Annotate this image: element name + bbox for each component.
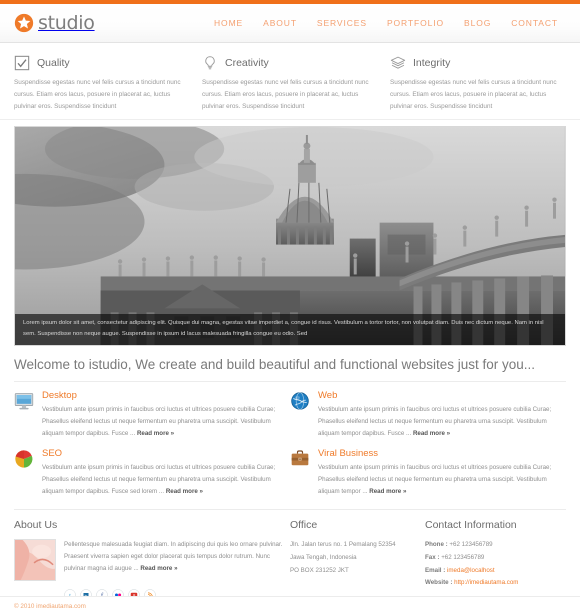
contact-phone-value: +62 123456789 — [449, 541, 493, 549]
nav-item-about[interactable]: ABOUT — [263, 18, 297, 28]
monitor-icon — [14, 392, 34, 409]
footer-about: About Us Pellentesque malesuada feugiat … — [14, 519, 290, 601]
feature-integrity: Integrity Suspendisse egestas nunc vel f… — [390, 55, 566, 113]
service-body: Vestibulum ante ipsum primis in faucibus… — [42, 462, 290, 498]
contact-website: Website : http://imediautama.com — [425, 577, 565, 590]
pie-chart-icon — [15, 450, 33, 468]
star-logo-icon — [14, 13, 34, 33]
office-address-line: Jln. Jalan terus no. 1 Pemalang 52354 — [290, 541, 396, 549]
read-more-link[interactable]: Read more » — [137, 430, 174, 437]
feature-body: Suspendisse egestas nunc vel felis cursu… — [202, 79, 369, 110]
briefcase-icon — [291, 450, 309, 466]
service-web: Web Vestibulum ante ipsum primis in fauc… — [290, 390, 566, 440]
nav-item-contact[interactable]: CONTACT — [511, 18, 558, 28]
footer-office: Office Jln. Jalan terus no. 1 Pemalang 5… — [290, 519, 425, 600]
read-more-link[interactable]: Read more » — [369, 488, 406, 495]
service-title: Desktop — [42, 389, 77, 401]
service-text: Desktop Vestibulum ante ipsum primis in … — [42, 390, 290, 440]
read-more-link[interactable]: Read more » — [413, 430, 450, 437]
services-grid: Desktop Vestibulum ante ipsum primis in … — [0, 382, 580, 507]
service-body: Vestibulum ante ipsum primis in faucibus… — [42, 404, 290, 440]
service-text: Viral Business Vestibulum ante ipsum pri… — [318, 448, 566, 498]
hero-section: Lorem ipsum dolor sit amet, consectetur … — [0, 120, 580, 346]
feature-header: Creativity — [202, 55, 378, 71]
footer-about-text: Pellentesque malesuada feugiat diam. In … — [64, 539, 290, 581]
service-desktop: Desktop Vestibulum ante ipsum primis in … — [14, 390, 290, 440]
service-text: Web Vestibulum ante ipsum primis in fauc… — [318, 390, 566, 440]
feature-quality: Quality Suspendisse egestas nunc vel fel… — [14, 55, 190, 113]
logo-link[interactable]: studio — [14, 12, 95, 34]
contact-website-link[interactable]: http://imediautama.com — [454, 579, 518, 586]
about-thumbnail — [14, 539, 56, 582]
hero-slider[interactable]: Lorem ipsum dolor sit amet, consectetur … — [14, 125, 566, 346]
service-title: Web — [318, 389, 338, 401]
feature-body: Suspendisse egestas nunc vel felis cursu… — [14, 79, 181, 110]
service-body-text: Vestibulum ante ipsum primis in faucibus… — [42, 463, 276, 495]
service-title: Viral Business — [318, 447, 379, 459]
feature-title: Integrity — [413, 57, 451, 69]
service-text: SEO Vestibulum ante ipsum primis in fauc… — [42, 448, 290, 498]
office-address-line: Jawa Tengah, Indonesia — [290, 553, 357, 561]
logo-text: studio — [38, 12, 95, 34]
contact-fax: Fax : +62 123456789 — [425, 552, 565, 565]
globe-icon — [291, 391, 309, 410]
nav-item-blog[interactable]: BLOG — [464, 18, 491, 28]
site-footer: About Us Pellentesque malesuada feugiat … — [14, 509, 566, 601]
hero-image — [15, 126, 565, 345]
service-title: SEO — [42, 447, 63, 459]
feature-title: Creativity — [225, 57, 269, 69]
main-navigation: HOME ABOUT SERVICES PORTFOLIO BLOG CONTA… — [214, 18, 566, 28]
feature-title: Quality — [37, 57, 70, 69]
office-address-line: PO BOX 231252 JKT — [290, 566, 349, 574]
read-more-link[interactable]: Read more » — [166, 488, 203, 495]
footer-contact-title: Contact Information — [425, 519, 517, 532]
nav-item-home[interactable]: HOME — [214, 18, 243, 28]
feature-creativity: Creativity Suspendisse egestas nunc vel … — [202, 55, 378, 113]
service-body: Vestibulum ante ipsum primis in faucibus… — [318, 404, 566, 440]
about-thumbnail-image — [15, 540, 55, 581]
contact-phone-label: Phone : — [425, 541, 448, 549]
nav-item-services[interactable]: SERVICES — [317, 18, 367, 28]
site-header: studio HOME ABOUT SERVICES PORTFOLIO BLO… — [0, 4, 580, 43]
checkbox-icon — [14, 55, 30, 71]
service-viral-business: Viral Business Vestibulum ante ipsum pri… — [290, 448, 566, 498]
nav-item-portfolio[interactable]: PORTFOLIO — [387, 18, 444, 28]
contact-email-label: Email : — [425, 566, 446, 574]
copyright-bar: © 2010 imediautama.com — [0, 596, 580, 616]
contact-website-label: Website : — [425, 579, 453, 587]
features-row: Quality Suspendisse egestas nunc vel fel… — [0, 43, 580, 120]
hero-caption: Lorem ipsum dolor sit amet, consectetur … — [15, 313, 565, 345]
page-root: studio HOME ABOUT SERVICES PORTFOLIO BLO… — [0, 0, 580, 616]
layers-icon — [390, 56, 406, 69]
service-body-text: Vestibulum ante ipsum primis in faucibus… — [318, 463, 552, 495]
contact-fax-label: Fax : — [425, 553, 440, 561]
service-seo: SEO Vestibulum ante ipsum primis in fauc… — [14, 448, 290, 498]
contact-email-link[interactable]: imeda@localhost — [447, 567, 495, 574]
welcome-heading: Welcome to istudio, We create and build … — [14, 357, 566, 382]
feature-header: Quality — [14, 55, 190, 71]
footer-contact: Contact Information Phone : +62 12345678… — [425, 519, 565, 600]
feature-header: Integrity — [390, 55, 566, 71]
contact-fax-value: +62 123456789 — [441, 553, 485, 561]
contact-phone: Phone : +62 123456789 — [425, 539, 565, 552]
footer-office-title: Office — [290, 519, 318, 532]
lightbulb-icon — [205, 56, 215, 70]
contact-email: Email : imeda@localhost — [425, 565, 565, 578]
feature-body: Suspendisse egestas nunc vel felis cursu… — [390, 79, 557, 110]
read-more-link[interactable]: Read more » — [140, 565, 177, 572]
footer-about-title: About Us — [14, 519, 58, 532]
service-body: Vestibulum ante ipsum primis in faucibus… — [318, 462, 566, 498]
footer-about-row: Pellentesque malesuada feugiat diam. In … — [14, 539, 290, 582]
